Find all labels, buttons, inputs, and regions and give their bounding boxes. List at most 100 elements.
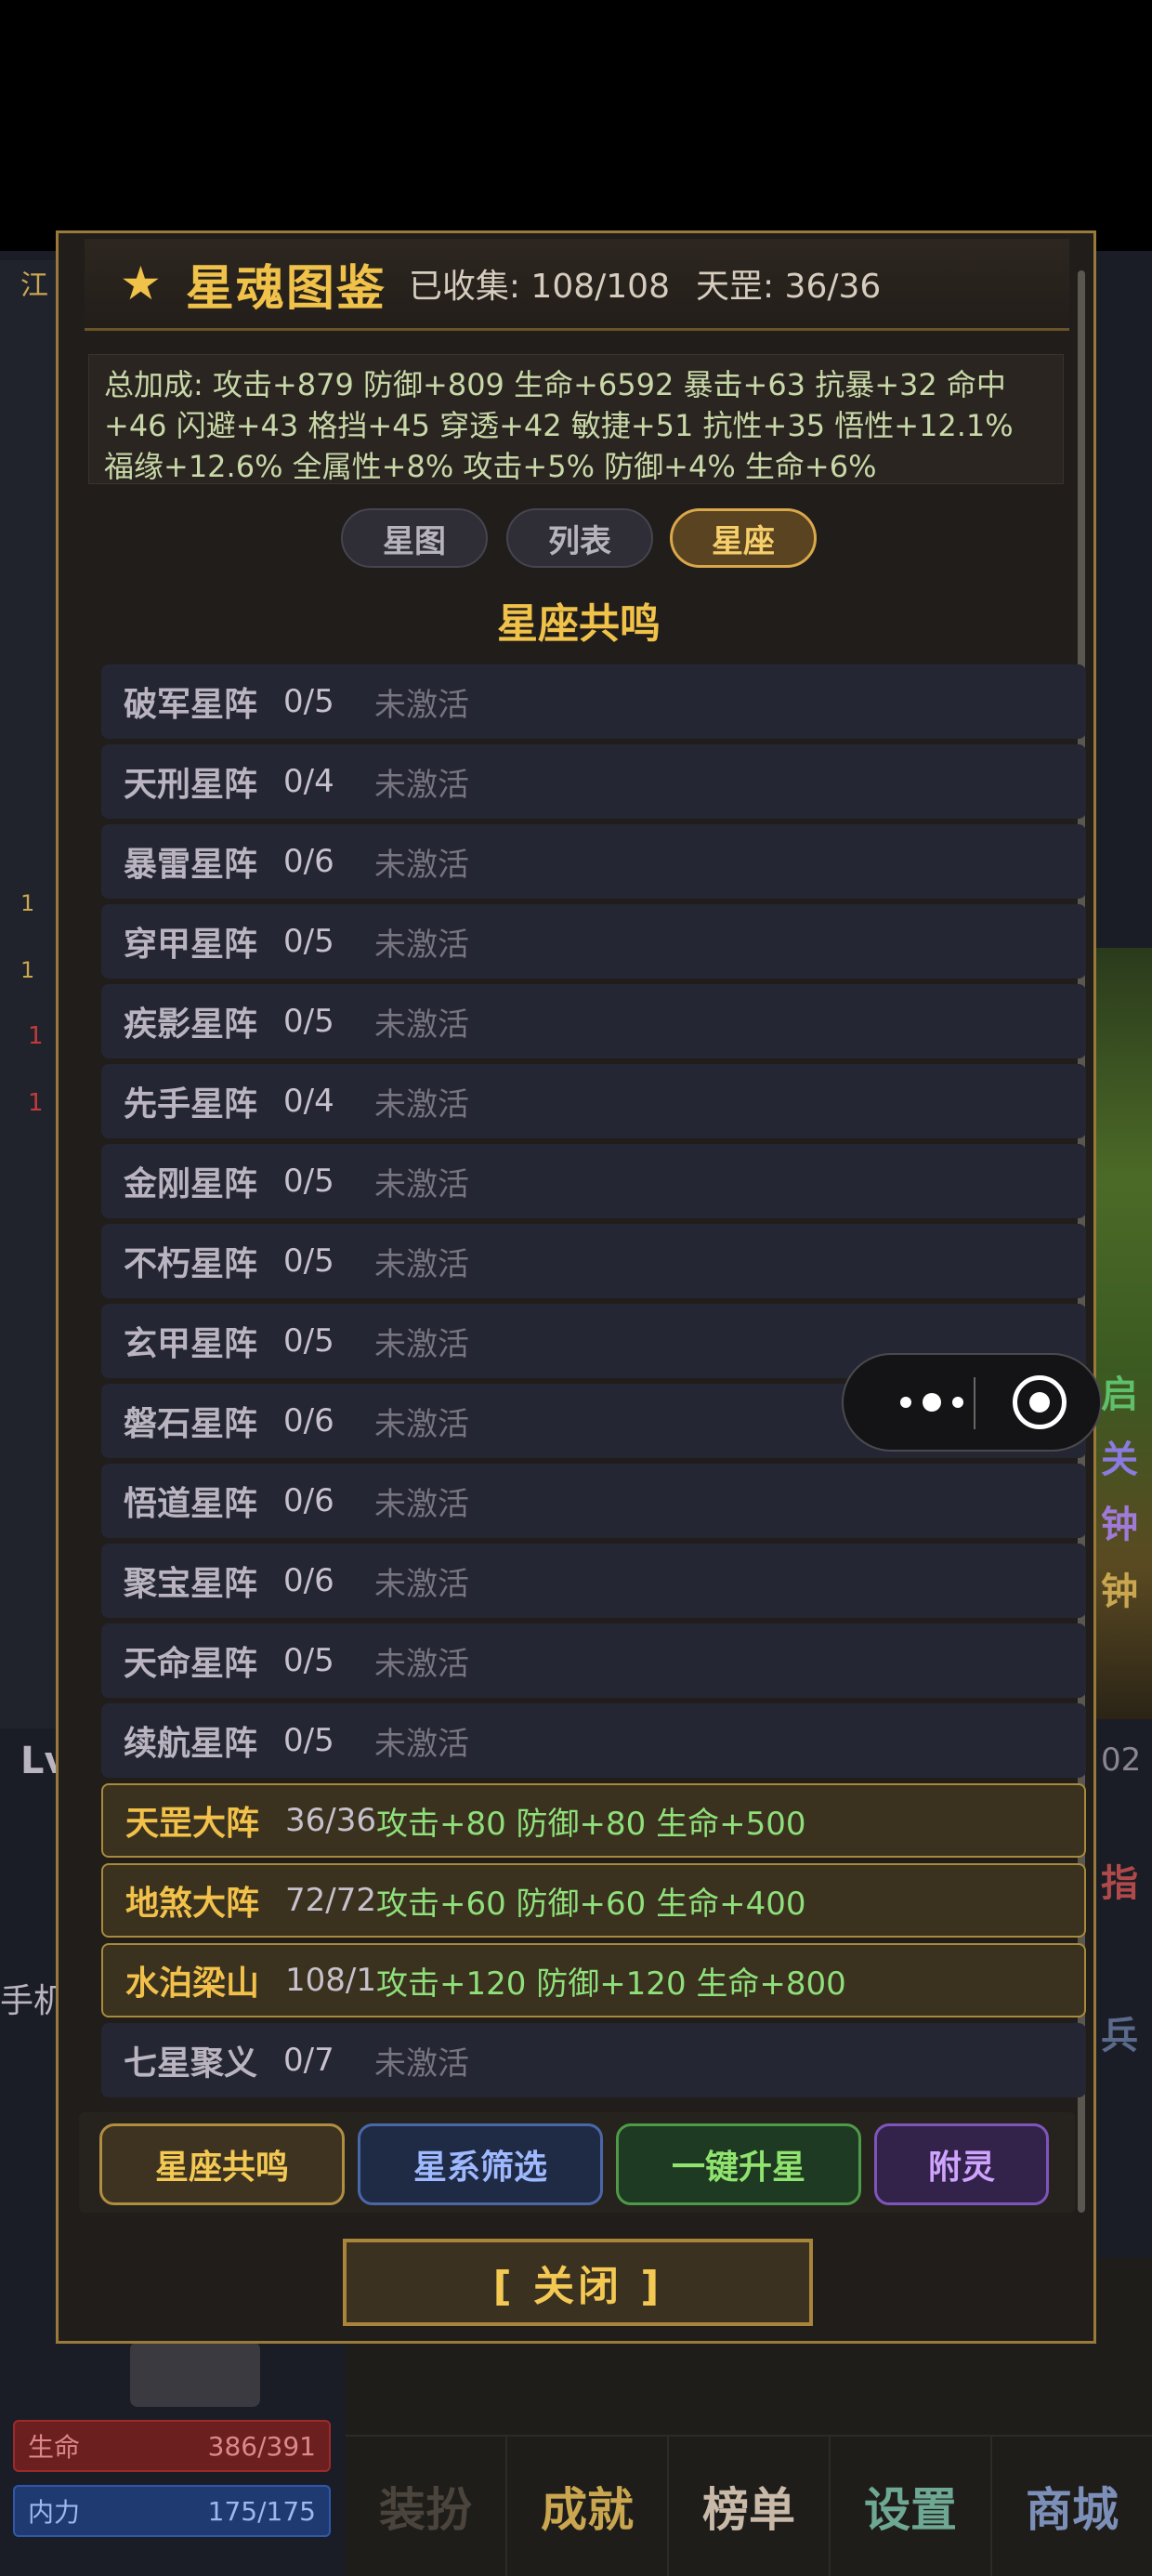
constellation-status: 未激活 bbox=[374, 686, 469, 724]
constellation-row[interactable]: 水泊梁山 108/10攻击+120 防御+120 生命+800 bbox=[101, 1943, 1086, 2017]
capsule-divider bbox=[974, 1377, 975, 1429]
close-button[interactable]: [ 关闭 ] bbox=[343, 2239, 813, 2326]
constellation-progress: 72/72 bbox=[285, 1882, 376, 1919]
constellation-name: 天命星阵 bbox=[124, 1645, 258, 1683]
constellation-status: 未激活 bbox=[374, 1165, 469, 1203]
constellation-progress: 0/5 bbox=[283, 1642, 334, 1679]
constellation-name: 天罡大阵 bbox=[125, 1805, 260, 1843]
constellation-progress: 0/5 bbox=[283, 923, 334, 960]
hp-value: 386/391 bbox=[207, 2430, 316, 2462]
constellation-status: 未激活 bbox=[374, 1485, 469, 1523]
bg-right-label: 钟 bbox=[1101, 1504, 1138, 1546]
tab-constellation[interactable]: 星座 bbox=[670, 508, 817, 568]
constellation-row[interactable]: 先手星阵 0/4 未激活 bbox=[101, 1064, 1086, 1138]
total-bonus-text: 总加成: 攻击+879 防御+809 生命+6592 暴击+63 抗暴+32 命… bbox=[88, 354, 1064, 484]
constellation-name: 七星聚义 bbox=[124, 2044, 258, 2083]
star-icon: ★ bbox=[120, 256, 162, 310]
resonance-button[interactable]: 星座共鸣 bbox=[99, 2123, 345, 2205]
constellation-row[interactable]: 天罡大阵 36/36 攻击+80 防御+80 生命+500 bbox=[101, 1783, 1086, 1858]
modal-header: ★ 星魂图鉴 已收集: 108/108 天罡: 36/36 bbox=[85, 239, 1069, 331]
constellation-name: 暴雷星阵 bbox=[124, 846, 258, 884]
constellation-row[interactable]: 穿甲星阵 0/5 未激活 bbox=[101, 904, 1086, 979]
hp-bar: 生命 386/391 bbox=[13, 2420, 331, 2472]
constellation-status: 未激活 bbox=[374, 1245, 469, 1283]
constellation-name: 水泊梁山 bbox=[125, 1965, 260, 2003]
hp-label: 生命 bbox=[28, 2432, 81, 2463]
constellation-name: 磐石星阵 bbox=[124, 1405, 258, 1443]
constellation-bonus: 攻击+60 防御+60 生命+400 bbox=[376, 1885, 806, 1923]
constellation-name: 破军星阵 bbox=[124, 686, 258, 724]
constellation-row[interactable]: 悟道星阵 0/6 未激活 bbox=[101, 1464, 1086, 1538]
constellation-row[interactable]: 地煞大阵 72/72 攻击+60 防御+60 生命+400 bbox=[101, 1863, 1086, 1938]
bg-right-label: 启 bbox=[1101, 1373, 1138, 1416]
constellation-progress: 0/6 bbox=[283, 1562, 334, 1599]
menu-dress-button[interactable]: 装扮 bbox=[346, 2435, 507, 2576]
constellation-name: 不朽星阵 bbox=[124, 1245, 258, 1283]
constellation-progress: 36/36 bbox=[285, 1802, 376, 1839]
bg-left-label: 1 bbox=[20, 957, 35, 983]
constellation-name: 玄甲星阵 bbox=[124, 1325, 258, 1363]
character-portrait bbox=[130, 2342, 260, 2407]
bg-right-label: 02 bbox=[1101, 1741, 1142, 1779]
tab-list[interactable]: 列表 bbox=[506, 508, 653, 568]
bg-left-label: 1 bbox=[20, 890, 35, 916]
constellation-progress: 0/5 bbox=[283, 1163, 334, 1200]
constellation-status: 未激活 bbox=[374, 766, 469, 804]
constellation-name: 聚宝星阵 bbox=[124, 1565, 258, 1603]
bg-left-label: 1 bbox=[28, 1022, 44, 1050]
tab-star-map[interactable]: 星图 bbox=[341, 508, 488, 568]
collected-count: 已收集: 108/108 bbox=[408, 268, 670, 306]
mp-value: 175/175 bbox=[207, 2495, 316, 2527]
action-bar: 星座共鸣 星系筛选 一键升星 附灵 bbox=[79, 2112, 1075, 2213]
bg-right-label: 兵 bbox=[1101, 2015, 1138, 2057]
one-click-upgrade-button[interactable]: 一键升星 bbox=[616, 2123, 861, 2205]
constellation-name: 地煞大阵 bbox=[125, 1885, 260, 1923]
constellation-progress: 0/5 bbox=[283, 1322, 334, 1360]
bg-right-label: 关 bbox=[1101, 1439, 1138, 1481]
constellation-status: 未激活 bbox=[374, 1405, 469, 1443]
star-filter-button[interactable]: 星系筛选 bbox=[358, 2123, 603, 2205]
constellation-name: 穿甲星阵 bbox=[124, 926, 258, 964]
menu-shop-button[interactable]: 商城 bbox=[992, 2435, 1152, 2576]
constellation-row[interactable]: 天刑星阵 0/4 未激活 bbox=[101, 744, 1086, 819]
constellation-name: 疾影星阵 bbox=[124, 1005, 258, 1044]
constellation-progress: 0/5 bbox=[283, 683, 334, 720]
constellation-status: 未激活 bbox=[374, 926, 469, 964]
constellation-row[interactable]: 金刚星阵 0/5 未激活 bbox=[101, 1144, 1086, 1218]
constellation-status: 未激活 bbox=[374, 1725, 469, 1763]
constellation-progress: 0/4 bbox=[283, 1083, 334, 1120]
constellation-row[interactable]: 暴雷星阵 0/6 未激活 bbox=[101, 824, 1086, 899]
constellation-status: 未激活 bbox=[374, 846, 469, 884]
constellation-row[interactable]: 七星聚义 0/7 未激活 bbox=[101, 2023, 1086, 2097]
constellation-row[interactable]: 聚宝星阵 0/6 未激活 bbox=[101, 1544, 1086, 1618]
constellation-name: 悟道星阵 bbox=[124, 1485, 258, 1523]
constellation-progress: 0/5 bbox=[283, 1003, 334, 1040]
view-tabs: 星图 列表 星座 bbox=[59, 508, 1099, 570]
star-soul-codex-modal: ★ 星魂图鉴 已收集: 108/108 天罡: 36/36 总加成: 攻击+879… bbox=[56, 230, 1096, 2344]
miniprogram-capsule bbox=[842, 1353, 1102, 1452]
mp-label: 内力 bbox=[28, 2497, 81, 2528]
menu-achievement-button[interactable]: 成就 bbox=[507, 2435, 669, 2576]
menu-settings-button[interactable]: 设置 bbox=[831, 2435, 992, 2576]
close-miniprogram-icon[interactable] bbox=[1013, 1375, 1067, 1429]
more-options-icon[interactable] bbox=[881, 1355, 983, 1450]
section-title: 星座共鸣 bbox=[497, 600, 661, 648]
constellation-status: 未激活 bbox=[374, 2044, 469, 2083]
constellation-row[interactable]: 疾影星阵 0/5 未激活 bbox=[101, 984, 1086, 1058]
constellation-status: 未激活 bbox=[374, 1645, 469, 1683]
menu-ranking-button[interactable]: 榜单 bbox=[669, 2435, 831, 2576]
constellation-progress: 0/7 bbox=[283, 2042, 334, 2079]
constellation-status: 未激活 bbox=[374, 1005, 469, 1044]
constellation-row[interactable]: 天命星阵 0/5 未激活 bbox=[101, 1623, 1086, 1698]
mp-bar: 内力 175/175 bbox=[13, 2485, 331, 2537]
constellation-name: 天刑星阵 bbox=[124, 766, 258, 804]
constellation-row[interactable]: 破军星阵 0/5 未激活 bbox=[101, 664, 1086, 739]
constellation-progress: 0/5 bbox=[283, 1722, 334, 1759]
constellation-progress: 0/4 bbox=[283, 763, 334, 800]
constellation-bonus: 攻击+80 防御+80 生命+500 bbox=[376, 1805, 806, 1843]
constellation-progress: 108/10 bbox=[285, 1962, 376, 1999]
collection-stats: 已收集: 108/108 天罡: 36/36 bbox=[409, 259, 907, 308]
enchant-button[interactable]: 附灵 bbox=[874, 2123, 1049, 2205]
constellation-row[interactable]: 续航星阵 0/5 未激活 bbox=[101, 1703, 1086, 1778]
constellation-row[interactable]: 不朽星阵 0/5 未激活 bbox=[101, 1224, 1086, 1298]
